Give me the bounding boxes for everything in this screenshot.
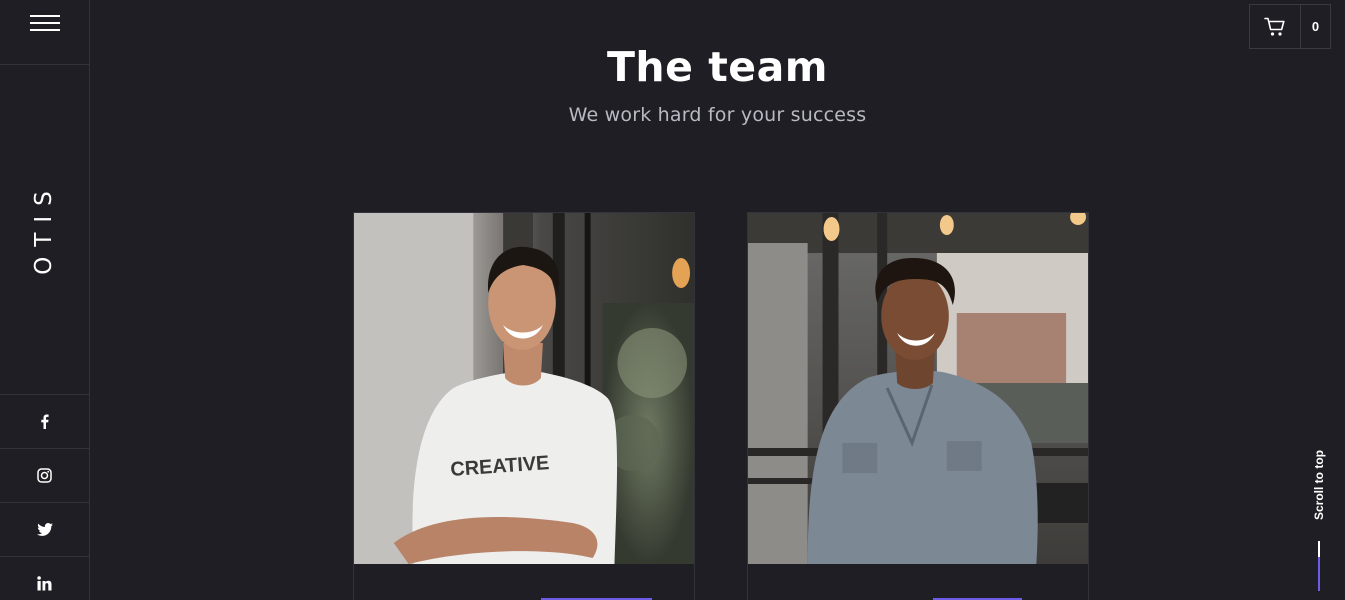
hamburger-line bbox=[30, 22, 60, 24]
facebook-icon bbox=[41, 414, 49, 429]
team-member-photo bbox=[748, 213, 1088, 564]
social-facebook[interactable] bbox=[0, 395, 89, 449]
twitter-icon bbox=[36, 523, 53, 536]
instagram-icon bbox=[37, 468, 52, 483]
social-twitter[interactable] bbox=[0, 503, 89, 557]
team-member-card[interactable]: CREATIVE bbox=[353, 212, 695, 600]
social-links bbox=[0, 394, 89, 600]
team-section-header: The team We work hard for your success bbox=[90, 41, 1345, 126]
hamburger-line bbox=[30, 29, 60, 31]
scroll-indicator-line-accent bbox=[1318, 557, 1320, 591]
team-member-card[interactable] bbox=[747, 212, 1089, 600]
scroll-to-top-label: Scroll to top bbox=[1312, 450, 1326, 520]
section-subtitle: We work hard for your success bbox=[568, 104, 867, 126]
social-instagram[interactable] bbox=[0, 449, 89, 503]
shopping-cart-icon bbox=[1264, 17, 1285, 36]
team-member-photo: CREATIVE bbox=[354, 213, 694, 564]
hamburger-line bbox=[30, 15, 60, 17]
social-linkedin[interactable] bbox=[0, 557, 89, 600]
scroll-indicator-line bbox=[1318, 541, 1320, 557]
sidebar: OTIS bbox=[0, 0, 90, 600]
menu-toggle-button[interactable] bbox=[0, 0, 89, 65]
brand-logo[interactable]: OTIS bbox=[31, 181, 57, 275]
section-title: The team bbox=[606, 43, 829, 91]
linkedin-icon bbox=[37, 576, 52, 591]
scroll-to-top-button[interactable]: Scroll to top bbox=[1305, 440, 1333, 595]
